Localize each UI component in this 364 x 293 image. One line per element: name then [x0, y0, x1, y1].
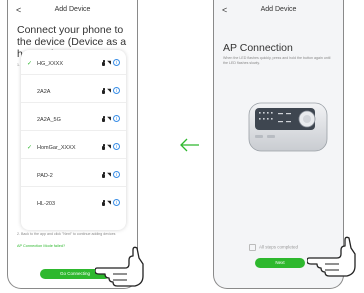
info-icon[interactable]: i: [113, 199, 120, 206]
lock-icon: [102, 143, 106, 150]
network-name: 2A2A: [37, 88, 51, 95]
steps-completed[interactable]: All steps completed: [249, 244, 298, 251]
pointing-hand-icon: [307, 236, 356, 277]
check-icon: ✓: [27, 145, 33, 151]
step2-text: 2. Back to the app and click "Next" to c…: [17, 232, 116, 236]
next-button[interactable]: Next: [255, 258, 305, 268]
lock-icon: [102, 59, 106, 66]
info-icon[interactable]: i: [113, 115, 120, 122]
wifi-icon: ◥: [107, 87, 111, 94]
network-name: HomGar_XXXX: [37, 144, 76, 151]
wifi-icon: ◥: [107, 171, 111, 178]
wifi-icon: ◥: [107, 115, 111, 122]
info-icon[interactable]: i: [113, 59, 120, 66]
network-row[interactable]: ✓ HG_XXXX ◥ i: [21, 54, 126, 75]
header-title: Add Device: [54, 6, 91, 13]
check-icon: ✓: [27, 61, 33, 67]
wifi-icon: ◥: [107, 199, 111, 206]
wifi-icon: ◥: [107, 143, 111, 150]
network-name: HG_XXXX: [37, 60, 63, 67]
lock-icon: [102, 199, 106, 206]
page-title: AP Connection: [223, 42, 293, 54]
network-list: ✓ HG_XXXX ◥ i 2A2A ◥ i 2A2A_5G ◥ i ✓ HomGar…: [21, 50, 126, 230]
network-row[interactable]: ✓ HomGar_XXXX ◥ i: [21, 138, 126, 159]
network-row[interactable]: 2A2A ◥ i: [21, 82, 126, 103]
header: < Add Device: [8, 0, 137, 22]
network-row[interactable]: HL-203 ◥ i: [21, 194, 126, 214]
info-icon[interactable]: i: [113, 143, 120, 150]
info-icon[interactable]: i: [113, 87, 120, 94]
network-name: HL-203: [37, 200, 56, 207]
pointing-hand-icon: [95, 246, 144, 287]
info-icon[interactable]: i: [113, 171, 120, 178]
steps-label: All steps completed: [259, 244, 299, 250]
arrow-left-icon: [180, 138, 199, 152]
lock-icon: [102, 115, 106, 122]
checkbox-icon: [249, 244, 256, 251]
wifi-icon: ◥: [107, 59, 111, 66]
lock-icon: [102, 171, 106, 178]
lock-icon: [102, 87, 106, 94]
header-title: Add Device: [260, 6, 297, 13]
network-row[interactable]: 2A2A_5G ◥ i: [21, 110, 126, 131]
device-illustration: [248, 102, 328, 152]
network-name: PAD-2: [37, 172, 53, 179]
ap-failed-link[interactable]: AP Connection Mode failed?: [17, 244, 65, 248]
ap-description: When the LED flashes quickly, press and …: [223, 56, 331, 65]
network-row[interactable]: PAD-2 ◥ i: [21, 166, 126, 187]
header: < Add Device: [214, 0, 343, 22]
network-name: 2A2A_5G: [37, 116, 61, 123]
